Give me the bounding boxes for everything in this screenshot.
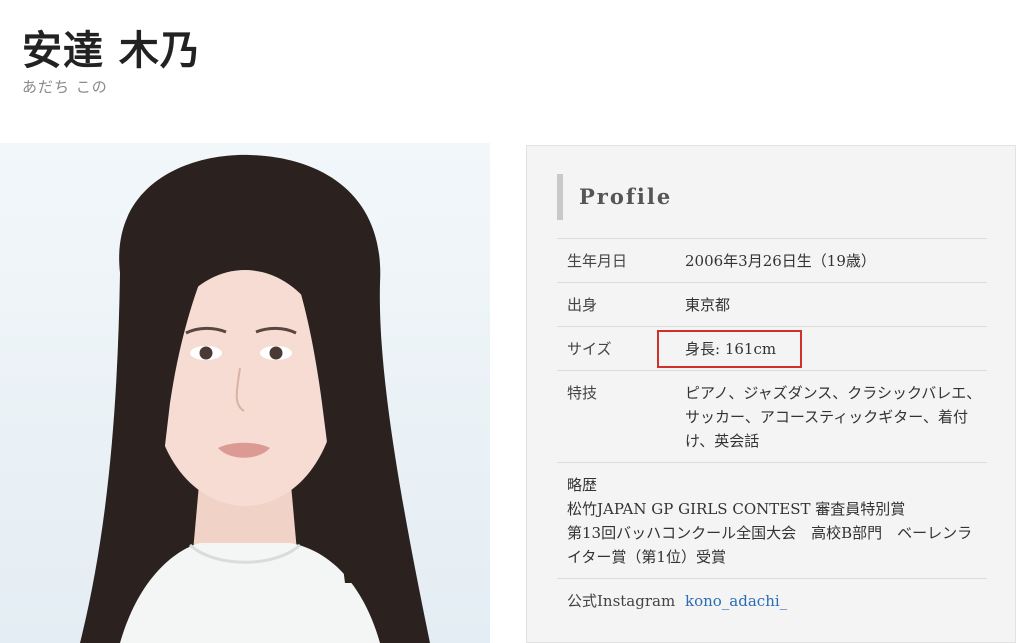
skills-label: 特技 <box>567 384 598 402</box>
profile-row-birthday: 生年月日 2006年3月26日生（19歳） <box>557 238 987 282</box>
profile-row-instagram: 公式Instagram kono_adachi_ <box>557 578 987 622</box>
profile-photo <box>0 143 490 643</box>
history-label: 略歴 <box>567 476 598 494</box>
profile-row-size: サイズ 身長: 161cm <box>557 326 987 370</box>
profile-card: Profile 生年月日 2006年3月26日生（19歳） 出身 東京都 サイズ… <box>526 145 1016 643</box>
size-highlight-box: 身長: 161cm <box>657 330 803 368</box>
hometown-value: 東京都 <box>685 296 731 314</box>
history-line: 松竹JAPAN GP GIRLS CONTEST 審査員特別賞 <box>567 500 906 518</box>
profile-row-history: 略歴 松竹JAPAN GP GIRLS CONTEST 審査員特別賞 第13回バ… <box>557 462 987 578</box>
profile-row-hometown: 出身 東京都 <box>557 282 987 326</box>
history-line: 第13回バッハコンクール全国大会 高校B部門 ベーレンライター賞（第1位）受賞 <box>567 524 973 566</box>
profile-row-skills: 特技 ピアノ、ジャズダンス、クラシックバレエ、サッカー、アコースティックギター、… <box>557 370 987 462</box>
instagram-label: 公式Instagram <box>567 592 676 610</box>
birthday-value: 2006年3月26日生（19歳） <box>685 252 876 270</box>
portrait-image <box>0 143 490 643</box>
instagram-value: kono_adachi_ <box>685 579 987 622</box>
skills-value: ピアノ、ジャズダンス、クラシックバレエ、サッカー、アコースティックギター、着付け… <box>685 384 982 450</box>
size-value: 身長: 161cm <box>685 340 777 358</box>
profile-heading: Profile <box>557 174 672 220</box>
profile-table: 生年月日 2006年3月26日生（19歳） 出身 東京都 サイズ 身長: 161… <box>557 238 987 622</box>
talent-name-reading: あだち この <box>22 78 108 96</box>
hometown-label: 出身 <box>567 296 598 314</box>
talent-name: 安達 木乃 <box>22 27 201 74</box>
birthday-label: 生年月日 <box>567 252 628 270</box>
instagram-link[interactable]: kono_adachi_ <box>685 592 787 610</box>
size-value-wrapper: 身長: 161cm <box>657 327 987 370</box>
